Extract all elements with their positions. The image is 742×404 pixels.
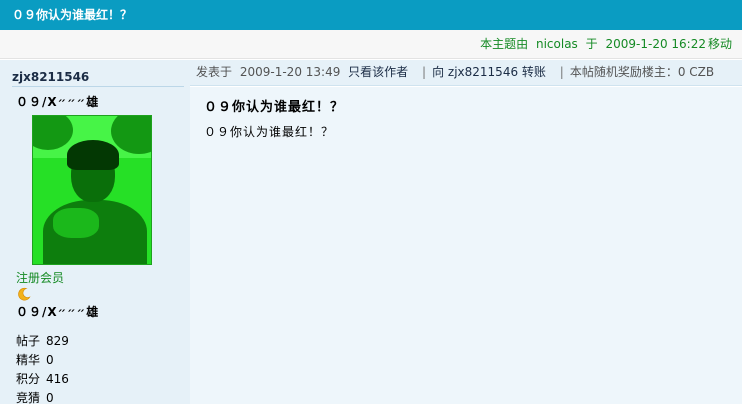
posted-datetime: 2009-1-20 13:49	[239, 65, 341, 79]
stat-row: 帖子 829	[16, 332, 69, 351]
stat-label: 积分	[16, 372, 41, 386]
post-body: ０９你认为谁最红！？ ０９你认为谁最红！？	[190, 87, 742, 404]
avatar-hand	[53, 208, 99, 238]
stat-value: 829	[46, 334, 69, 348]
author-stats: 帖子 829 精华 0 积分 416 竞猜 0	[16, 332, 69, 404]
stat-value: 0	[46, 353, 54, 367]
moderation-datetime: 2009-1-20 16:22	[605, 37, 706, 51]
to-user-link[interactable]: zjx8211546	[448, 65, 518, 79]
moderation-prefix: 本主题由	[480, 37, 529, 51]
stat-row: 竞猜 0	[16, 389, 69, 404]
moderator-link[interactable]: nicolas	[536, 37, 578, 51]
moderation-at: 于	[585, 37, 598, 51]
post-meta-bar: 发表于 2009-1-20 13:49 只看该作者 | 向 zjx8211546 …	[190, 60, 742, 86]
posted-label: 发表于	[196, 65, 233, 79]
author-username[interactable]: zjx8211546	[12, 70, 89, 84]
moderation-action-link[interactable]: 移动	[708, 37, 732, 51]
stat-value: 0	[46, 391, 54, 404]
avatar-hair	[67, 140, 119, 170]
stat-row: 精华 0	[16, 351, 69, 370]
thread-title-bar: ０９你认为谁最红！？	[0, 0, 742, 30]
reward-text: 本帖随机奖励楼主：0 CZB	[569, 65, 715, 79]
transfer-link[interactable]: 转账	[522, 65, 546, 79]
stat-value: 416	[46, 372, 69, 386]
author-sidebar: zjx8211546 ０９/Ⅹ״״״雄 注册会员 ０９/Ⅹ״״״雄 帖子 829 …	[0, 60, 190, 404]
stat-label: 帖子	[16, 334, 41, 348]
username-divider	[12, 86, 184, 87]
moderation-bar: 本主题由 nicolas 于 2009-1-20 16:22 移动	[0, 30, 742, 59]
stat-label: 竞猜	[16, 391, 41, 404]
stat-row: 积分 416	[16, 370, 69, 389]
author-nickname: ０９/Ⅹ״״״雄	[16, 95, 100, 109]
avatar[interactable]	[32, 115, 152, 265]
thread-title: ０９你认为谁最红！？	[12, 8, 133, 22]
only-author-link[interactable]: 只看该作者	[348, 65, 408, 79]
moon-icon	[18, 287, 31, 301]
post-content: ０９你认为谁最红！？	[204, 125, 335, 139]
author-nickname-secondary: ０９/Ⅹ״״״雄	[16, 305, 100, 319]
meta-separator: |	[559, 65, 564, 79]
meta-separator: |	[422, 65, 427, 79]
stat-label: 精华	[16, 353, 41, 367]
post-title: ０９你认为谁最红！？	[204, 100, 345, 115]
to-label: 向	[432, 65, 445, 79]
author-rank: 注册会员	[16, 271, 65, 285]
